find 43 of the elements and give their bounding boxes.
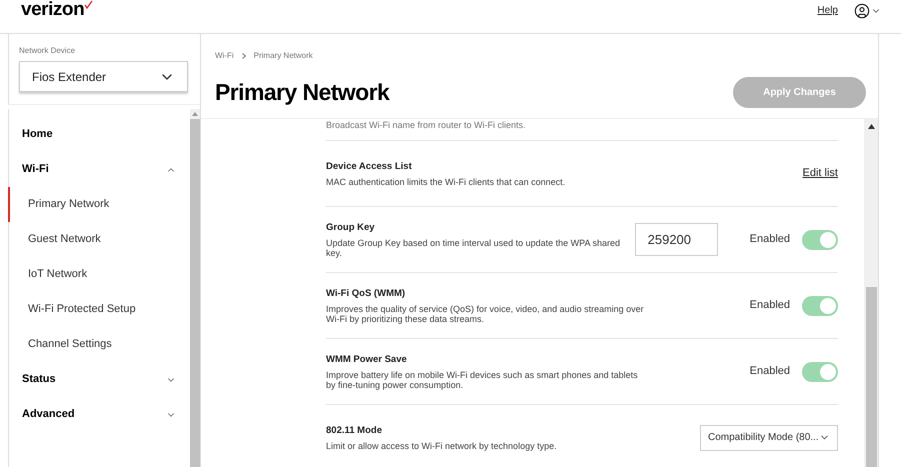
toggle-switch[interactable] xyxy=(802,296,838,316)
help-link[interactable]: Help xyxy=(817,3,838,18)
setting-description: MAC authentication limits the Wi-Fi clients that can connect. xyxy=(326,177,566,188)
scrollbar[interactable] xyxy=(190,109,200,467)
setting-description: Broadcast Wi-Fi name from router to Wi-Fi clients. xyxy=(326,119,838,141)
setting-description: Limit or allow access to Wi-Fi network by technology type. xyxy=(326,441,558,452)
account-menu[interactable] xyxy=(854,2,881,18)
setting-title: Device Access List xyxy=(326,160,413,174)
edit-list-link[interactable]: Edit list xyxy=(802,165,838,182)
nav-item[interactable]: Channel Settings xyxy=(8,327,190,362)
user-icon xyxy=(854,2,870,18)
toggle-switch[interactable] xyxy=(802,230,838,250)
toggle-label: Enabled xyxy=(750,298,790,314)
breadcrumb-link[interactable]: Wi-Fi xyxy=(215,50,234,62)
device-dropdown[interactable]: Fios Extender xyxy=(19,61,188,92)
nav-section[interactable]: Home xyxy=(9,117,190,152)
input-field[interactable]: 259200 xyxy=(634,223,718,256)
nav-item[interactable]: IoT Network xyxy=(8,257,190,292)
setting-title: Wi-Fi QoS (WMM) xyxy=(326,286,406,301)
scrollbar[interactable] xyxy=(864,119,878,467)
nav-section[interactable]: Status xyxy=(9,362,190,397)
nav-item[interactable]: Guest Network xyxy=(8,222,190,257)
page-title: Primary Network xyxy=(215,78,390,107)
checkmark-icon xyxy=(84,0,94,9)
toggle-label: Enabled xyxy=(750,232,790,248)
setting-title: Group Key xyxy=(326,220,376,235)
setting-description: Improves the quality of service (QoS) for voice, video, and audio streaming over Wi-Fi by prioritizing these data streams. xyxy=(326,304,645,324)
setting-description: Improve battery life on mobile Wi-Fi devices such as smart phones and tablets by fine-tuning power consumption. xyxy=(326,370,639,390)
toggle-switch[interactable] xyxy=(802,362,838,382)
setting-title: 802.11 Mode xyxy=(326,424,383,438)
scroll-up-icon xyxy=(192,112,198,116)
setting-title: WMM Power Save xyxy=(326,352,408,367)
logo[interactable]: verizon xyxy=(21,0,94,19)
scroll-up-icon xyxy=(868,124,874,129)
chevron-right-icon xyxy=(242,53,246,59)
nav-section[interactable]: Advanced xyxy=(9,397,190,432)
breadcrumb-current: Primary Network xyxy=(254,50,313,62)
toggle-label: Enabled xyxy=(750,364,790,380)
setting-description: Update Group Key based on time interval used to update the WPA shared key. xyxy=(326,238,622,258)
nav-item[interactable]: Wi-Fi Protected Setup xyxy=(8,292,190,327)
device-label: Network Device xyxy=(19,45,76,57)
mode-dropdown[interactable]: Compatibility Mode (80... xyxy=(700,424,838,450)
nav-section[interactable]: Wi-Fi xyxy=(9,152,190,187)
